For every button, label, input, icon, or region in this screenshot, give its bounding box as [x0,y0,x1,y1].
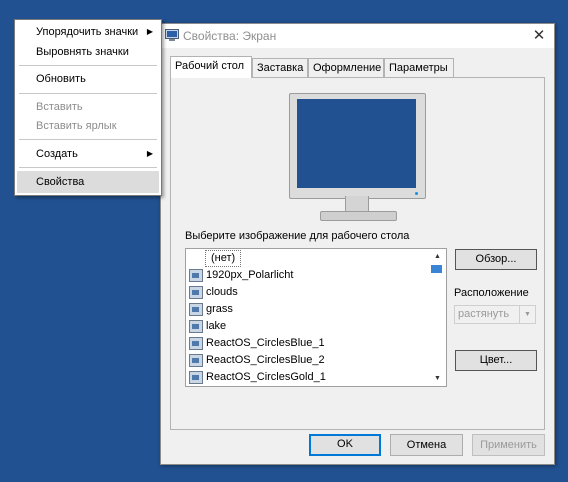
list-item-label: ReactOS_CirclesBlue_2 [206,354,325,366]
position-value: растянуть [458,308,510,320]
list-item[interactable]: ReactOS_CirclesBlue_1 [189,335,429,352]
monitor-preview [289,93,426,199]
menu-separator [19,65,157,66]
menu-separator [19,167,157,168]
title-bar[interactable]: Свойства: Экран ✕ [161,24,554,48]
image-file-icon [189,337,203,350]
list-item[interactable]: clouds [189,284,429,301]
list-item-label: ReactOS_CirclesBlue_1 [206,337,325,349]
image-file-icon [189,371,203,384]
list-item-label: lake [206,320,227,332]
list-item-label: 1920px_Polarlicht [206,269,294,281]
ok-button[interactable]: OK [309,434,381,456]
choose-wallpaper-label: Выберите изображение для рабочего стола [185,230,410,242]
menu-item-paste-shortcut[interactable]: Вставить ярлык [17,115,159,137]
list-item[interactable]: lake [189,318,429,335]
tab-appearance[interactable]: Оформление [308,58,384,77]
menu-item-create[interactable]: Создать ▶ [17,143,159,165]
position-select[interactable]: растянуть ▼ [454,305,536,324]
cancel-button[interactable]: Отмена [390,434,463,456]
tab-desktop[interactable]: Рабочий стол [170,56,252,78]
menu-item-label: Выровнять значки [36,46,129,58]
tab-screensaver[interactable]: Заставка [252,58,308,77]
menu-item-label: Свойства [36,176,85,188]
browse-button[interactable]: Обзор... [455,249,537,270]
tab-settings[interactable]: Параметры [384,58,454,77]
list-item[interactable]: grass [189,301,429,318]
apply-button[interactable]: Применить [472,434,545,456]
menu-item-arrange-icons[interactable]: Упорядочить значки ▶ [17,21,159,43]
scroll-down-icon[interactable]: ▼ [430,371,445,386]
menu-item-label: Обновить [36,73,86,85]
list-item-label: clouds [206,286,238,298]
image-file-icon [189,286,203,299]
display-properties-dialog: Свойства: Экран ✕ Рабочий стол Заставка … [160,23,555,465]
menu-item-refresh[interactable]: Обновить [17,68,159,90]
submenu-arrow-icon: ▶ [146,27,153,36]
menu-item-label: Вставить [36,101,83,113]
menu-item-properties[interactable]: Свойства [17,171,159,193]
monitor-screen [297,99,416,188]
list-item-label: grass [206,303,233,315]
menu-separator [19,93,157,94]
desktop-context-menu: Упорядочить значки ▶ Выровнять значки Обн… [14,19,162,196]
list-item[interactable]: 1920px_Polarlicht [189,267,429,284]
menu-item-label: Упорядочить значки [36,26,139,38]
dialog-title: Свойства: Экран [183,29,277,43]
list-item[interactable]: (нет) [189,250,429,267]
menu-item-label: Создать [36,148,78,160]
menu-separator [19,139,157,140]
submenu-arrow-icon: ▶ [146,149,153,158]
list-scrollbar[interactable]: ▲ ▼ [430,249,445,386]
monitor-led [415,192,418,195]
scroll-thumb[interactable] [431,265,442,273]
list-item[interactable]: ReactOS_CirclesGold_1 [189,369,429,386]
close-icon[interactable]: ✕ [528,26,550,46]
monitor-stand-neck [345,196,369,212]
position-label: Расположение [454,287,529,299]
list-item-label: ReactOS_CirclesGold_1 [206,371,326,383]
list-item-label: (нет) [205,250,242,267]
color-button[interactable]: Цвет... [455,350,537,371]
list-item[interactable]: ReactOS_CirclesBlue_2 [189,352,429,369]
wallpaper-list[interactable]: (нет) 1920px_Polarlicht clouds grass lak… [185,248,447,387]
menu-item-label: Вставить ярлык [36,120,117,132]
image-file-icon [189,354,203,367]
chevron-down-icon[interactable]: ▼ [519,306,535,323]
monitor-stand-base [320,211,397,221]
image-file-icon [189,303,203,316]
scroll-up-icon[interactable]: ▲ [430,249,445,264]
menu-item-align-icons[interactable]: Выровнять значки [17,41,159,63]
display-app-icon [165,29,179,41]
image-file-icon [189,269,203,282]
image-file-icon [189,320,203,333]
